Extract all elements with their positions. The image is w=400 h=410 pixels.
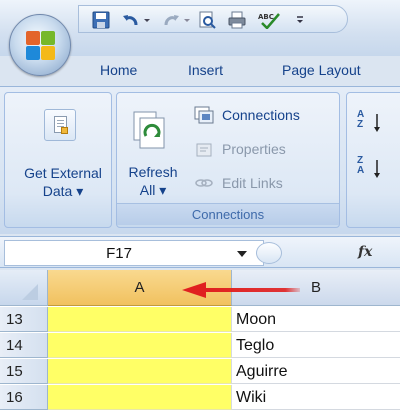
properties-label: Properties	[222, 141, 286, 157]
undo-dropdown-icon[interactable]	[143, 11, 151, 29]
redo-dropdown-icon[interactable]	[183, 11, 191, 29]
redo-icon[interactable]	[161, 11, 181, 29]
sort-a-to-z-button[interactable]: A Z	[352, 110, 392, 140]
undo-icon[interactable]	[121, 11, 141, 29]
cell-a16[interactable]	[48, 385, 232, 410]
office-button-icon	[26, 31, 56, 61]
chevron-down-icon[interactable]	[235, 246, 249, 260]
connections-icon	[194, 106, 214, 124]
customize-toolbar-icon[interactable]	[295, 11, 305, 29]
save-icon[interactable]	[91, 11, 111, 29]
sort-az-icon: A Z	[357, 109, 365, 130]
refresh-all-button[interactable]: Refresh All ▾	[120, 100, 186, 200]
row-header[interactable]: 14	[0, 333, 48, 358]
sort-az-arrow-icon	[374, 114, 380, 132]
cell-b14[interactable]: Teglo	[232, 333, 400, 358]
get-external-data-icon	[44, 109, 76, 141]
svg-text:ABC: ABC	[258, 13, 274, 21]
formula-bar-expand-button[interactable]	[256, 242, 282, 264]
name-box-value: F17	[106, 245, 132, 262]
cell-a13[interactable]	[48, 307, 232, 332]
cell-b13[interactable]: Moon	[232, 307, 400, 332]
cell-b15[interactable]: Aguirre	[232, 359, 400, 384]
name-box[interactable]: F17	[4, 240, 264, 266]
office-button[interactable]	[9, 14, 71, 76]
refresh-label: Refresh	[128, 164, 178, 180]
insert-function-button[interactable]: fx	[358, 244, 372, 260]
get-external-data-button[interactable]: Get External Data ▾	[10, 100, 106, 199]
spelling-icon[interactable]: ABC	[257, 11, 281, 29]
sort-z-to-a-button[interactable]: Z A	[352, 156, 392, 186]
row-header[interactable]: 16	[0, 385, 48, 410]
connections-label: Connections	[222, 107, 300, 123]
connections-group-label: Connections	[117, 203, 339, 225]
tab-page-layout[interactable]: Page Layout	[282, 62, 361, 78]
print-icon[interactable]	[227, 11, 247, 29]
cell-a14[interactable]	[48, 333, 232, 358]
properties-icon	[196, 143, 212, 157]
refresh-icon	[133, 111, 165, 149]
sort-za-icon: Z A	[357, 155, 365, 176]
get-external-data-label-2: Data ▾	[42, 183, 84, 199]
cell-a15[interactable]	[48, 359, 232, 384]
red-arrow-annotation	[182, 282, 300, 298]
tab-home[interactable]: Home	[100, 62, 137, 78]
select-all-triangle-icon	[22, 284, 38, 300]
refresh-label-2: All ▾	[139, 182, 167, 198]
row-header[interactable]: 13	[0, 307, 48, 332]
get-external-data-label: Get External	[24, 165, 102, 181]
print-preview-icon[interactable]	[197, 11, 217, 29]
edit-links-icon	[195, 179, 213, 187]
tab-insert[interactable]: Insert	[188, 62, 223, 78]
row-header[interactable]: 15	[0, 359, 48, 384]
cell-b16[interactable]: Wiki	[232, 385, 400, 410]
sort-za-arrow-icon	[374, 160, 380, 178]
edit-links-label: Edit Links	[222, 175, 283, 191]
quick-access-toolbar: ABC	[78, 5, 348, 33]
